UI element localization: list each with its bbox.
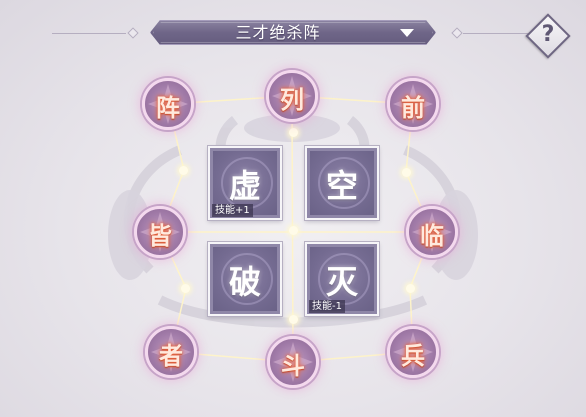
formation-slot-3[interactable]: 破	[208, 242, 282, 316]
rune-glyph: 者	[159, 341, 183, 370]
link-dot	[181, 284, 190, 293]
link-dot	[179, 166, 188, 175]
formation-panel: 三才绝杀阵 ? 虚 技能+1 空 破 灭 技能-1 阵 列 前 皆 临 者 斗 …	[0, 0, 586, 417]
rune-node-mid-right[interactable]: 临	[406, 206, 458, 258]
rune-node-mid-left[interactable]: 皆	[134, 206, 186, 258]
title-divider-left	[52, 33, 126, 34]
slot-glyph: 破	[228, 263, 261, 301]
rune-node-top-right[interactable]: 前	[387, 78, 439, 130]
rune-glyph: 前	[401, 93, 425, 122]
rune-glyph: 列	[280, 85, 304, 114]
slot-glyph: 空	[325, 167, 358, 205]
link-dot	[289, 128, 298, 137]
slot-skill-tag: 技能-1	[309, 300, 345, 313]
formation-slot-2[interactable]: 空	[305, 146, 379, 220]
formation-dropdown[interactable]: 三才绝杀阵	[150, 20, 436, 45]
formation-slot-1[interactable]: 虚 技能+1	[208, 146, 282, 220]
slot-glyph: 灭	[325, 263, 358, 301]
title-divider-right	[463, 33, 529, 34]
rune-node-bottom-center[interactable]: 斗	[267, 336, 319, 388]
help-icon: ?	[541, 22, 555, 47]
link-dot	[289, 226, 298, 235]
rune-node-top-center[interactable]: 列	[266, 70, 318, 122]
slot-glyph: 虚	[228, 167, 261, 205]
formation-dropdown-label: 三才绝杀阵	[235, 23, 321, 42]
formation-slot-4[interactable]: 灭 技能-1	[305, 242, 379, 316]
rune-glyph: 斗	[281, 351, 305, 380]
slot-skill-tag: 技能+1	[212, 204, 253, 217]
rune-node-top-left[interactable]: 阵	[142, 78, 194, 130]
link-dot	[289, 315, 298, 324]
rune-glyph: 阵	[156, 93, 180, 122]
chevron-down-icon	[400, 29, 414, 37]
rune-glyph: 临	[420, 221, 444, 250]
rune-node-bottom-right[interactable]: 兵	[387, 326, 439, 378]
rune-glyph: 皆	[148, 221, 172, 250]
rune-glyph: 兵	[401, 341, 425, 370]
link-dot	[402, 168, 411, 177]
link-dot	[406, 284, 415, 293]
rune-node-bottom-left[interactable]: 者	[145, 326, 197, 378]
